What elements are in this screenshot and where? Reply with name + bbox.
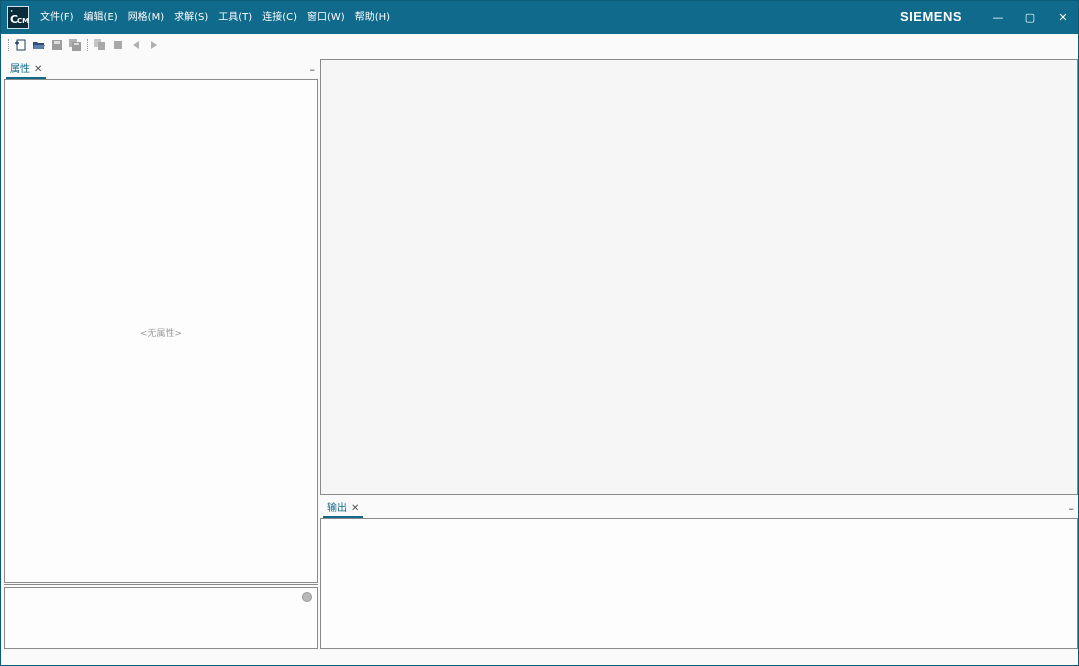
back-icon[interactable] [127,36,145,54]
stop-icon[interactable] [109,36,127,54]
toolbar-separator [8,39,9,51]
tab-properties[interactable]: 属性 ✕ [6,63,47,79]
menu-tools[interactable]: 工具(T) [213,1,257,34]
open-folder-icon[interactable] [30,36,48,54]
tab-output-label: 输出 [327,503,347,514]
copy-icon[interactable] [91,36,109,54]
output-tab-bar: 输出 ✕ – [320,500,1078,518]
close-window-button[interactable]: ✕ [1046,1,1079,34]
new-file-icon[interactable] [12,36,30,54]
close-icon[interactable]: ✕ [34,63,42,77]
toolbar-separator [87,39,88,51]
tab-output[interactable]: 输出 ✕ [323,502,364,518]
toolbar [1,34,1078,56]
menu-bar: 文件(F) 编辑(E) 网格(M) 求解(S) 工具(T) 连接(C) 窗口(W… [35,1,395,34]
properties-panel: <无属性> [4,79,318,583]
menu-edit[interactable]: 编辑(E) [79,1,123,34]
logo-sub-text: CM [17,17,30,25]
no-properties-placeholder: <无属性> [139,329,183,339]
output-panel [320,518,1078,649]
close-icon[interactable]: ✕ [351,502,359,516]
menu-mesh[interactable]: 网格(M) [123,1,169,34]
graphics-viewport[interactable] [320,59,1078,495]
minimize-window-button[interactable]: — [981,1,1015,34]
tab-properties-label: 属性 [10,64,30,75]
menu-file[interactable]: 文件(F) [35,1,79,34]
minimize-panel-button[interactable]: – [310,63,316,76]
property-description-panel [4,587,318,649]
save-all-icon[interactable] [66,36,84,54]
maximize-window-button[interactable]: ▢ [1013,1,1047,34]
title-bar: • C CM 文件(F) 编辑(E) 网格(M) 求解(S) 工具(T) 连接(… [1,1,1078,34]
application-window: • C CM 文件(F) 编辑(E) 网格(M) 求解(S) 工具(T) 连接(… [0,0,1079,666]
menu-window[interactable]: 窗口(W) [302,1,350,34]
menu-solve[interactable]: 求解(S) [169,1,213,34]
menu-help[interactable]: 帮助(H) [350,1,395,34]
app-logo-icon: • C CM [7,6,29,29]
brand-logo: SIEMENS [900,9,963,24]
save-icon[interactable] [48,36,66,54]
properties-tab-bar: 属性 ✕ – [3,61,319,79]
help-status-icon [302,592,312,602]
forward-icon[interactable] [145,36,163,54]
minimize-panel-button[interactable]: – [1069,502,1075,515]
menu-connect[interactable]: 连接(C) [257,1,302,34]
